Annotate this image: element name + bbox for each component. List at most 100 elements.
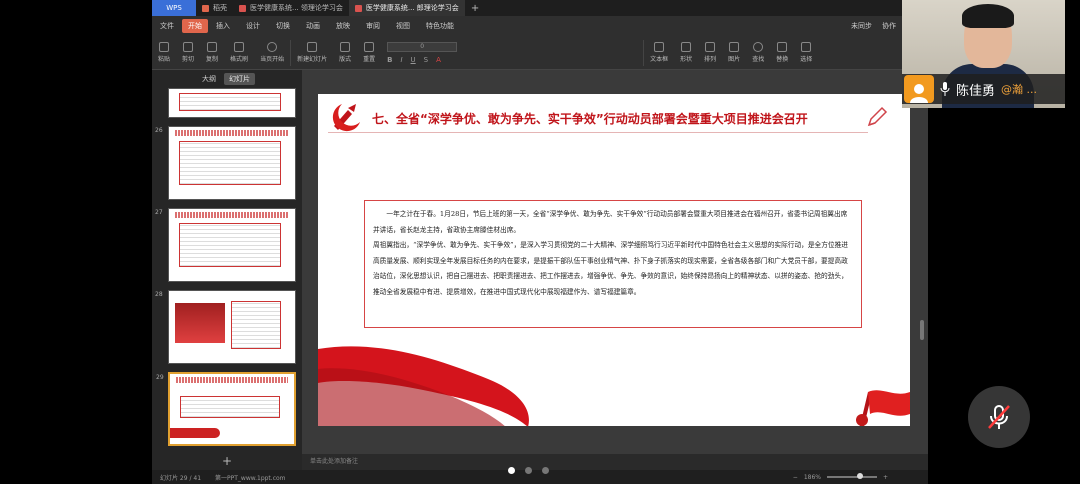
arrange-button[interactable]: 排列 bbox=[698, 42, 722, 63]
vertical-scrollbar[interactable] bbox=[920, 320, 924, 340]
ribbon-label: 新建幻灯片 bbox=[297, 56, 328, 63]
font-size-value: 0 bbox=[420, 42, 425, 50]
video-tile[interactable]: 陈佳勇 @瀚 ... bbox=[902, 0, 1065, 108]
ribbon-label: 粘贴 bbox=[158, 56, 171, 63]
tab-bar: WPS 稻壳 医学健康系统... 领理论学习会 医学健康系统... 郎理论学习会… bbox=[152, 0, 928, 16]
menu-animation[interactable]: 动画 bbox=[298, 21, 328, 31]
zoom-out-button[interactable]: − bbox=[793, 474, 798, 481]
tab-docer[interactable]: 稻壳 bbox=[196, 0, 233, 16]
sync-status[interactable]: 未同步 bbox=[851, 21, 872, 31]
layout-button[interactable]: 版式 bbox=[333, 42, 357, 63]
ribbon-label: 查找 bbox=[752, 56, 765, 63]
play-from-current-button[interactable]: 当页开始 bbox=[254, 42, 290, 63]
body-paragraph: 一年之计在于春。1月28日，节后上班的第一天，全省“深学争优、敢为争先、实干争效… bbox=[373, 210, 848, 234]
new-tab-button[interactable]: + bbox=[465, 0, 485, 16]
menu-slideshow[interactable]: 放映 bbox=[328, 21, 358, 31]
shape-icon bbox=[681, 42, 692, 52]
slide-thumbnail[interactable] bbox=[168, 88, 296, 118]
menu-features[interactable]: 特色功能 bbox=[418, 21, 462, 31]
panel-tabs: 大纲 幻灯片 bbox=[152, 70, 302, 88]
shape-button[interactable]: 形状 bbox=[674, 42, 698, 63]
font-size-input[interactable]: 0 bbox=[387, 41, 458, 52]
font-controls: 0 B I U S A bbox=[381, 41, 463, 64]
slide-title[interactable]: 七、全省“深学争优、敢为争先、实干争效”行动动员部署会暨重大项目推进会召开 bbox=[372, 110, 808, 127]
arrange-icon bbox=[705, 42, 716, 52]
slide-thumbnail[interactable]: 26 bbox=[155, 126, 296, 200]
ribbon-label: 当页开始 bbox=[260, 56, 285, 63]
thumb-textbox bbox=[179, 223, 281, 267]
menu-review[interactable]: 审阅 bbox=[358, 21, 388, 31]
zoom-level: 186% bbox=[803, 473, 821, 481]
add-slide-button[interactable]: + bbox=[222, 454, 232, 468]
cut-button[interactable]: 剪切 bbox=[176, 42, 200, 63]
ribbon-label: 形状 bbox=[680, 56, 693, 63]
slide-thumbnail-selected[interactable]: 29 bbox=[156, 372, 296, 446]
strike-button[interactable]: S bbox=[424, 56, 428, 64]
underline-button[interactable]: U bbox=[411, 56, 416, 64]
red-ribbon-decoration bbox=[318, 346, 529, 426]
find-button[interactable]: 查找 bbox=[746, 42, 770, 63]
page-dot[interactable] bbox=[508, 467, 515, 474]
notes-field[interactable]: 单击此处添加备注 bbox=[302, 454, 928, 470]
cursor-icon bbox=[801, 42, 812, 52]
slide-number: 28 bbox=[155, 291, 163, 298]
zoom-slider[interactable] bbox=[826, 473, 877, 479]
menu-file[interactable]: 文件 bbox=[152, 21, 182, 31]
textbox-icon bbox=[654, 42, 665, 52]
page-indicator bbox=[508, 467, 549, 474]
tab-slides[interactable]: 幻灯片 bbox=[224, 73, 255, 85]
thumb-photo bbox=[175, 303, 225, 343]
replace-icon bbox=[777, 42, 788, 52]
slide-thumbnail[interactable]: 27 bbox=[155, 208, 296, 282]
zoom-in-button[interactable]: + bbox=[883, 474, 888, 481]
slide[interactable]: 七、全省“深学争优、敢为争先、实干争效”行动动员部署会暨重大项目推进会召开 一年… bbox=[318, 94, 910, 426]
tab-wps[interactable]: WPS bbox=[152, 0, 196, 16]
thumb-title bbox=[175, 212, 289, 218]
slide-thumbnail[interactable]: 28 bbox=[155, 290, 296, 364]
copy-button[interactable]: 复制 bbox=[200, 42, 224, 63]
avatar bbox=[904, 75, 934, 103]
page-dot[interactable] bbox=[542, 467, 549, 474]
menu-view[interactable]: 视图 bbox=[388, 21, 418, 31]
bold-button[interactable]: B bbox=[387, 56, 392, 64]
body-paragraph: 周祖翼指出，“深学争优、敢为争先、实干争效”，是深入学习贯彻党的二十大精神、深学… bbox=[373, 241, 848, 296]
play-icon bbox=[267, 42, 278, 52]
menu-design[interactable]: 设计 bbox=[238, 21, 268, 31]
reset-button[interactable]: 重置 bbox=[357, 42, 381, 63]
ribbon-label: 复制 bbox=[206, 56, 219, 63]
slide-canvas: 七、全省“深学争优、敢为争先、实干争效”行动动员部署会暨重大项目推进会召开 一年… bbox=[302, 70, 928, 454]
format-painter-button[interactable]: 格式刷 bbox=[224, 42, 254, 63]
thumb-textbox bbox=[180, 396, 280, 418]
collaborate-button[interactable]: 协作 bbox=[882, 21, 896, 31]
tab-label: 医学健康系统... 郎理论学习会 bbox=[365, 4, 459, 12]
menu-transition[interactable]: 切换 bbox=[268, 21, 298, 31]
notes-placeholder: 单击此处添加备注 bbox=[310, 458, 359, 465]
ppt-file-icon bbox=[239, 4, 246, 12]
page-dot[interactable] bbox=[525, 467, 532, 474]
pen-icon bbox=[867, 106, 888, 127]
replace-button[interactable]: 替换 bbox=[770, 42, 794, 63]
thumb-textbox bbox=[179, 141, 281, 185]
zoom-control: − 186% + bbox=[793, 473, 928, 481]
tab-document-2[interactable]: 医学健康系统... 郎理论学习会 bbox=[348, 0, 465, 16]
presenter-hair bbox=[962, 4, 1014, 28]
picture-button[interactable]: 图片 bbox=[722, 42, 746, 63]
select-button[interactable]: 选择 bbox=[794, 42, 818, 63]
tab-label: 稻壳 bbox=[213, 4, 227, 12]
presenter-name-suffix: @瀚 ... bbox=[1001, 83, 1038, 96]
menu-insert[interactable]: 插入 bbox=[208, 21, 238, 31]
menu-home[interactable]: 开始 bbox=[182, 19, 208, 33]
tab-document-1[interactable]: 医学健康系统... 领理论学习会 bbox=[233, 0, 349, 16]
new-slide-button[interactable]: 新建幻灯片 bbox=[291, 42, 333, 63]
tab-label: 医学健康系统... 领理论学习会 bbox=[250, 4, 343, 12]
paste-button[interactable]: 粘贴 bbox=[152, 42, 176, 63]
ribbon-label: 格式刷 bbox=[230, 56, 249, 63]
font-color-button[interactable]: A bbox=[436, 56, 441, 64]
italic-button[interactable]: I bbox=[400, 56, 402, 64]
layout-icon bbox=[340, 42, 351, 52]
brush-icon bbox=[234, 42, 245, 52]
mute-button[interactable] bbox=[968, 386, 1030, 448]
textbox-button[interactable]: 文本框 bbox=[644, 42, 674, 63]
body-textbox[interactable]: 一年之计在于春。1月28日，节后上班的第一天，全省“深学争优、敢为争先、实干争效… bbox=[364, 200, 862, 328]
tab-outline[interactable]: 大纲 bbox=[202, 74, 216, 84]
